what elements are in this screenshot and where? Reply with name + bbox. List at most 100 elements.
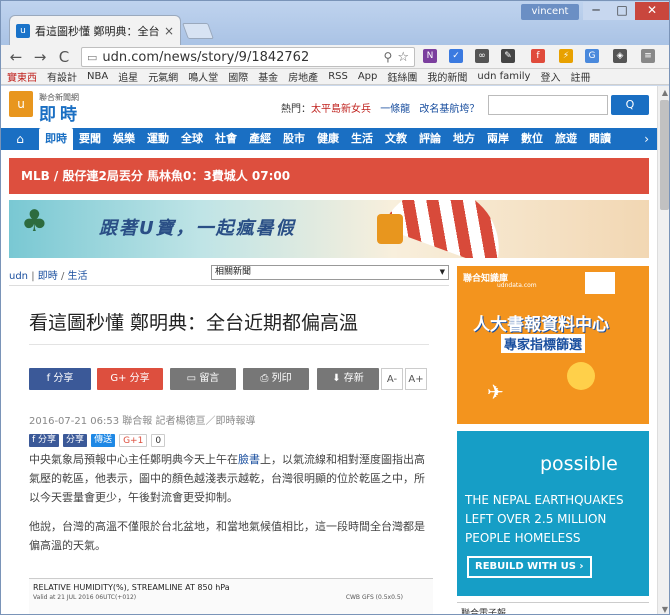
breadcrumb-link[interactable]: 即時 bbox=[38, 271, 58, 282]
udn-favicon-icon: u bbox=[16, 23, 30, 38]
tab-title: 看這圖秒懂 鄭明典：全台 bbox=[35, 24, 159, 38]
bookmark-item[interactable]: NBA bbox=[87, 71, 108, 82]
breaking-news-bar[interactable]: MLB / 殷仔連2局丟分 馬林魚0：3費城人 07:00 bbox=[9, 158, 649, 194]
web-page: u 聯合新聞網 即時 熱門：太平島新女兵 一條龍 改名基航垮？ Q ⌂ 即時 要… bbox=[1, 86, 657, 614]
profile-button[interactable]: vincent bbox=[521, 4, 579, 20]
nav-item[interactable]: 文教 bbox=[379, 128, 413, 150]
gplus-one-widget[interactable]: G+1 bbox=[119, 433, 148, 447]
line-send-widget[interactable]: 傳送 bbox=[91, 433, 116, 447]
bookmark-item[interactable]: 我的新聞 bbox=[427, 69, 467, 84]
udn-logo-icon[interactable]: u bbox=[9, 91, 33, 117]
nav-item[interactable]: 地方 bbox=[447, 128, 481, 150]
bookmark-item[interactable]: 註冊 bbox=[570, 69, 590, 84]
nav-item[interactable]: 閱讀 bbox=[583, 128, 617, 150]
hot-link[interactable]: 太平島新女兵 bbox=[311, 104, 371, 115]
social-widgets: f 分享 分享 傳送 G+1 0 bbox=[29, 433, 166, 447]
bookmark-item[interactable]: 鈺絲團 bbox=[387, 69, 417, 84]
nav-item[interactable]: 社會 bbox=[209, 128, 243, 150]
vertical-scrollbar[interactable]: ▲ ▼ bbox=[657, 86, 669, 614]
nav-item[interactable]: 生活 bbox=[345, 128, 379, 150]
bookmark-item[interactable]: 國際 bbox=[228, 69, 248, 84]
new-tab-button[interactable] bbox=[182, 23, 214, 39]
bookmark-item[interactable]: RSS bbox=[328, 71, 348, 82]
shield-extension-icon[interactable]: ◈ bbox=[613, 49, 627, 63]
plug-extension-icon[interactable]: ⚡ bbox=[559, 49, 573, 63]
nav-item[interactable]: 健康 bbox=[311, 128, 345, 150]
search-input[interactable] bbox=[488, 95, 608, 115]
print-button[interactable]: ⎙ 列印 bbox=[243, 368, 309, 390]
logo-title[interactable]: 即時 bbox=[39, 100, 81, 125]
nav-item[interactable]: 要聞 bbox=[73, 128, 107, 150]
nav-item[interactable]: 即時 bbox=[39, 128, 73, 150]
bookmark-item[interactable]: 房地產 bbox=[288, 69, 318, 84]
facebook-share-button[interactable]: f 分享 bbox=[29, 368, 91, 390]
gplus-share-button[interactable]: G+ 分享 bbox=[97, 368, 163, 390]
font-decrease-button[interactable]: A- bbox=[381, 368, 403, 390]
translate-extension-icon[interactable]: G bbox=[585, 49, 599, 63]
bookmark-item[interactable]: 實東西 bbox=[7, 69, 37, 84]
hot-topics: 熱門：太平島新女兵 一條龍 改名基航垮？ bbox=[281, 100, 479, 115]
hot-link[interactable]: 一條龍 bbox=[380, 104, 410, 115]
facebook-share-widget-2[interactable]: 分享 bbox=[63, 433, 88, 447]
flipboard-extension-icon[interactable]: f bbox=[531, 49, 545, 63]
nav-item[interactable]: 全球 bbox=[175, 128, 209, 150]
nav-item[interactable]: 評論 bbox=[413, 128, 447, 150]
chevron-right-icon[interactable]: › bbox=[644, 132, 657, 146]
pen-extension-icon[interactable]: ✎ bbox=[501, 49, 515, 63]
gplus-share-label: 分享 bbox=[129, 373, 150, 384]
bookmark-item[interactable]: 登入 bbox=[540, 69, 560, 84]
bookmark-item[interactable]: App bbox=[358, 71, 378, 82]
zoom-icon[interactable]: ⚲ bbox=[384, 50, 393, 64]
puzzle-extension-icon[interactable]: ∞ bbox=[475, 49, 489, 63]
bookmark-item[interactable]: 元氣網 bbox=[148, 69, 178, 84]
onenote-extension-icon[interactable]: N bbox=[423, 49, 437, 63]
hot-link[interactable]: 改名基航垮？ bbox=[419, 104, 479, 115]
close-window-button[interactable]: ✕ bbox=[635, 2, 669, 20]
rebuild-button[interactable]: REBUILD WITH US › bbox=[467, 556, 592, 578]
possible-ad[interactable]: possible THE NEPAL EARTHQUAKES LEFT OVER… bbox=[457, 431, 649, 596]
scroll-up-icon[interactable]: ▲ bbox=[660, 88, 669, 97]
nav-item[interactable]: 數位 bbox=[515, 128, 549, 150]
scroll-down-icon[interactable]: ▼ bbox=[660, 605, 669, 614]
nav-item[interactable]: 兩岸 bbox=[481, 128, 515, 150]
facebook-share-widget[interactable]: f 分享 bbox=[29, 433, 60, 447]
bookmark-star-icon[interactable]: ☆ bbox=[397, 50, 409, 65]
bookmark-item[interactable]: 基金 bbox=[258, 69, 278, 84]
font-increase-button[interactable]: A+ bbox=[405, 368, 427, 390]
tab-close-icon[interactable]: × bbox=[164, 24, 174, 38]
udndata-ad[interactable]: 聯合知識庫 udndata.com 人大書報資料中心 專家指標篩選 ✈ bbox=[457, 266, 649, 424]
menu-icon[interactable]: ≡ bbox=[641, 49, 655, 63]
back-icon[interactable]: ← bbox=[7, 48, 25, 66]
comment-button[interactable]: ▭ 留言 bbox=[170, 368, 236, 390]
minimize-button[interactable]: ─ bbox=[583, 2, 609, 20]
address-bar[interactable]: ▭ udn.com/news/story/9/1842762 ⚲ ☆ bbox=[81, 47, 415, 67]
search-button[interactable]: Q bbox=[611, 95, 649, 115]
facebook-link[interactable]: 臉書 bbox=[238, 453, 260, 466]
forward-icon[interactable]: → bbox=[31, 48, 49, 66]
save-label: 存新 bbox=[343, 373, 364, 384]
check-extension-icon[interactable]: ✓ bbox=[449, 49, 463, 63]
nav-item[interactable]: 運動 bbox=[141, 128, 175, 150]
bookmark-item[interactable]: 有設計 bbox=[47, 69, 77, 84]
browser-tab[interactable]: u 看這圖秒懂 鄭明典：全台 × bbox=[9, 15, 181, 45]
scroll-thumb[interactable] bbox=[660, 100, 669, 210]
page-info-icon[interactable]: ▭ bbox=[87, 51, 97, 64]
reload-icon[interactable]: C bbox=[55, 48, 73, 66]
bookmark-item[interactable]: 鳴人堂 bbox=[188, 69, 218, 84]
breadcrumb-link[interactable]: udn bbox=[9, 271, 28, 282]
bookmark-item[interactable]: udn family bbox=[477, 71, 530, 82]
save-button[interactable]: ⬇ 存新 bbox=[317, 368, 379, 390]
nav-item[interactable]: 旅遊 bbox=[549, 128, 583, 150]
bookmark-item[interactable]: 追星 bbox=[118, 69, 138, 84]
breadcrumb-link[interactable]: 生活 bbox=[68, 271, 88, 282]
nav-item[interactable]: 股市 bbox=[277, 128, 311, 150]
promo-banner[interactable]: ♣ 跟著U寶，一起瘋暑假 bbox=[9, 200, 649, 258]
home-icon[interactable]: ⌂ bbox=[1, 132, 39, 146]
article-headline: 看這圖秒懂 鄭明典：全台近期都偏高溫 bbox=[29, 312, 359, 334]
nav-item[interactable]: 娛樂 bbox=[107, 128, 141, 150]
url-text: udn.com/news/story/9/1842762 bbox=[102, 49, 310, 65]
maximize-button[interactable]: □ bbox=[609, 2, 635, 20]
nav-item[interactable]: 產經 bbox=[243, 128, 277, 150]
chart-source: CWB GFS (0.5x0.5) bbox=[345, 594, 403, 601]
related-news-select[interactable]: 相關新聞 ▼ bbox=[211, 265, 449, 280]
